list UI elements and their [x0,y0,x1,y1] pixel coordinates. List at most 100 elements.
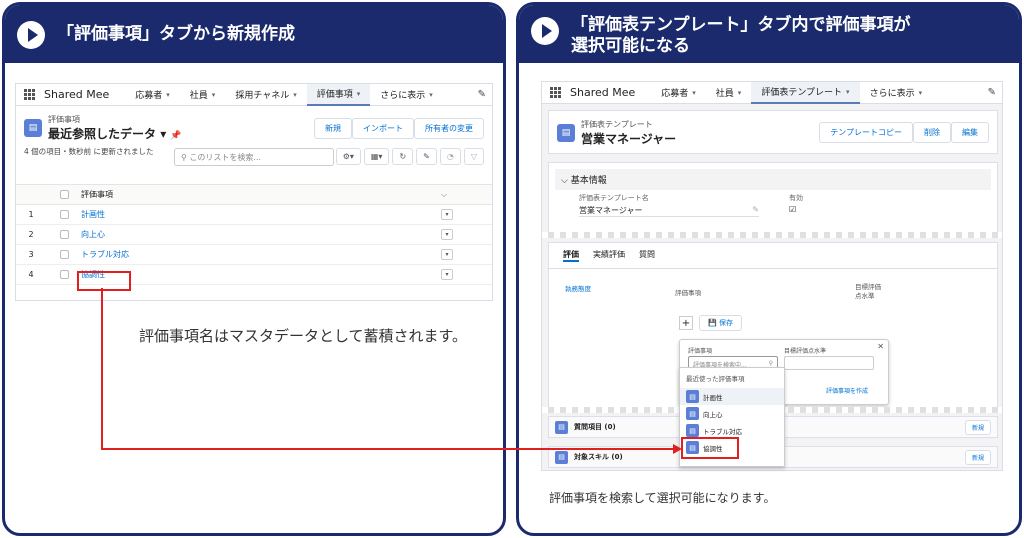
add-icon[interactable]: + [679,316,693,330]
record-title: 営業マネージャー [581,132,677,146]
field-label-template-name: 評価表テンプレート名 [579,194,649,202]
settings-icon[interactable]: ⚙▾ [335,148,361,165]
change-owner-button[interactable]: 所有者の変更 [414,118,484,139]
field-value-template-name: 営業マネージャー ✎ [579,205,759,217]
edit-nav-icon-right[interactable]: ✎ [988,87,996,98]
row-checkbox[interactable] [60,230,69,239]
column-target: 目標評価 点水準 [855,283,881,300]
nav-item-employee[interactable]: 社員 ▾ [180,84,226,106]
delete-button[interactable]: 削除 [913,122,951,143]
play-icon [17,21,45,49]
table-row: 1 計画性 ▾ [16,205,492,225]
object-label: 評価事項 [48,115,80,124]
nav-item-more-right[interactable]: さらに表示 ▾ [860,82,933,104]
save-button[interactable]: 💾 保存 [699,315,742,331]
filter-icon[interactable]: ▽ [463,148,484,165]
template-copy-button[interactable]: テンプレートコピー [819,122,913,143]
column-header-eval: 評価事項 [81,190,113,199]
nav-item-applicant-right[interactable]: 応募者 ▾ [651,82,706,104]
left-caption: 評価事項名はマスタデータとして蓄積されます。 [139,327,468,345]
torn-edge-1 [542,232,1002,238]
list-status: 4 個の項目・数秒前 に更新されました [24,147,154,156]
edit-nav-icon[interactable]: ✎ [478,89,486,100]
app-launcher-icon[interactable] [24,88,36,101]
import-button[interactable]: インポート [352,118,414,139]
highlight-box-right [681,437,739,459]
row-eval-link[interactable]: 計画性 [81,209,441,220]
row-action-dropdown[interactable]: ▾ [441,229,453,240]
row-action-dropdown[interactable]: ▾ [441,209,453,220]
search-icon: ⚲ [181,153,187,162]
record-object-label: 評価表テンプレート [581,120,653,129]
section-header-basic[interactable]: ⌵ 基本情報 [555,169,991,190]
left-navbar: Shared Mee 応募者 ▾ 社員 ▾ 採用チャネル ▾ 評価事項 ▾ さらに表示 ▾… [16,83,492,106]
close-icon[interactable]: ✕ [877,342,884,351]
app-launcher-icon-right[interactable] [550,86,562,99]
popup-label-target: 目標評価点水準 [784,348,827,355]
list-search-input[interactable]: ⚲ このリストを検索... [174,148,334,166]
new-skill-button[interactable]: 新規 [964,449,991,465]
create-eval-item-link[interactable]: 評価事項を作成 [826,386,868,395]
tab-eval[interactable]: 評価 [563,249,579,262]
table-view-icon[interactable]: ▦▾ [363,148,390,165]
nav-item-eval-item[interactable]: 評価事項 ▾ [306,83,371,106]
left-panel: 「評価事項」タブから新規作成 Shared Mee 応募者 ▾ 社員 ▾ 採用チャネ… [2,2,506,536]
table-row: 2 向上心 ▾ [16,225,492,245]
arrow-vertical [101,288,103,450]
record-header: ▤ 評価表テンプレート 営業マネージャー テンプレートコピー 削除 編集 [548,110,998,154]
tab-questions[interactable]: 質問 [639,249,655,262]
right-header-line1: 「評価表テンプレート」タブ内で評価事項が [571,15,911,35]
column-sort-icon[interactable]: ⌵ [441,190,447,200]
recent-item[interactable]: ▤ 向上心 [680,405,784,422]
nav-item-channel[interactable]: 採用チャネル ▾ [225,84,306,106]
app-name: Shared Mee [44,88,110,101]
row-number: 3 [28,250,34,259]
detail-section: ⌵ 基本情報 評価表テンプレート名 営業マネージャー ✎ 有効 ☑ [548,162,998,234]
nav-item-template[interactable]: 評価表テンプレート ▾ [751,81,860,104]
app-name-right: Shared Mee [570,86,636,99]
table-header-row: 評価事項 ⌵ [16,185,492,205]
edit-button[interactable]: 編集 [951,122,989,143]
related-icon-1: ▤ [555,420,568,434]
nav-item-applicant[interactable]: 応募者 ▾ [125,84,180,106]
related-icon-2: ▤ [555,450,568,464]
list-header: ▤ 評価事項 最近参照したデータ ▾ 📌 [24,114,182,142]
category-label: 執務態度 [565,285,591,293]
play-icon-right [531,17,559,45]
active-checkbox: ☑ [789,205,797,214]
new-button[interactable]: 新規 [314,118,352,139]
row-eval-link[interactable]: 協調性 [81,269,441,280]
highlight-box-left [77,271,131,291]
nav-item-more[interactable]: さらに表示 ▾ [370,84,443,106]
new-question-button[interactable]: 新規 [964,419,991,435]
list-toolbar: ⚙▾ ▦▾ ↻ ✎ ◔ ▽ [335,148,484,165]
left-panel-header: 「評価事項」タブから新規作成 [5,5,503,63]
pencil-icon[interactable]: ✎ [416,148,437,165]
arrow-head [673,444,682,454]
tab-bar: 評価 実績評価 質問 [549,243,997,269]
nav-item-employee-right[interactable]: 社員 ▾ [706,82,752,104]
row-checkbox[interactable] [60,270,69,279]
row-eval-link[interactable]: 向上心 [81,229,441,240]
tab-performance[interactable]: 実績評価 [593,249,625,262]
chart-icon[interactable]: ◔ [439,148,461,165]
lookup-search-icon: ⚲ [768,360,773,367]
right-navbar: Shared Mee 応募者 ▾ 社員 ▾ 評価表テンプレート ▾ さらに表示 ▾ ✎ [542,81,1002,104]
row-action-dropdown[interactable]: ▾ [441,249,453,260]
target-score-input[interactable] [784,356,874,370]
select-all-checkbox[interactable] [60,190,69,199]
row-eval-link[interactable]: トラブル対応 [81,249,441,260]
row-number: 1 [28,210,34,219]
row-checkbox[interactable] [60,250,69,259]
row-checkbox[interactable] [60,210,69,219]
left-screenshot: Shared Mee 応募者 ▾ 社員 ▾ 採用チャネル ▾ 評価事項 ▾ さらに表示 ▾… [15,83,493,301]
list-view-selector[interactable]: 最近参照したデータ ▾ 📌 [48,125,182,142]
item-icon: ▤ [686,424,699,437]
row-number: 4 [28,270,34,279]
refresh-icon[interactable]: ↻ [392,148,414,165]
table-row: 3 トラブル対応 ▾ [16,245,492,265]
right-caption: 評価事項を検索して選択可能になります。 [549,491,776,505]
row-action-dropdown[interactable]: ▾ [441,269,453,280]
left-header-text: 「評価事項」タブから新規作成 [57,23,295,44]
recent-item[interactable]: ▤ 計画性 [680,388,784,405]
